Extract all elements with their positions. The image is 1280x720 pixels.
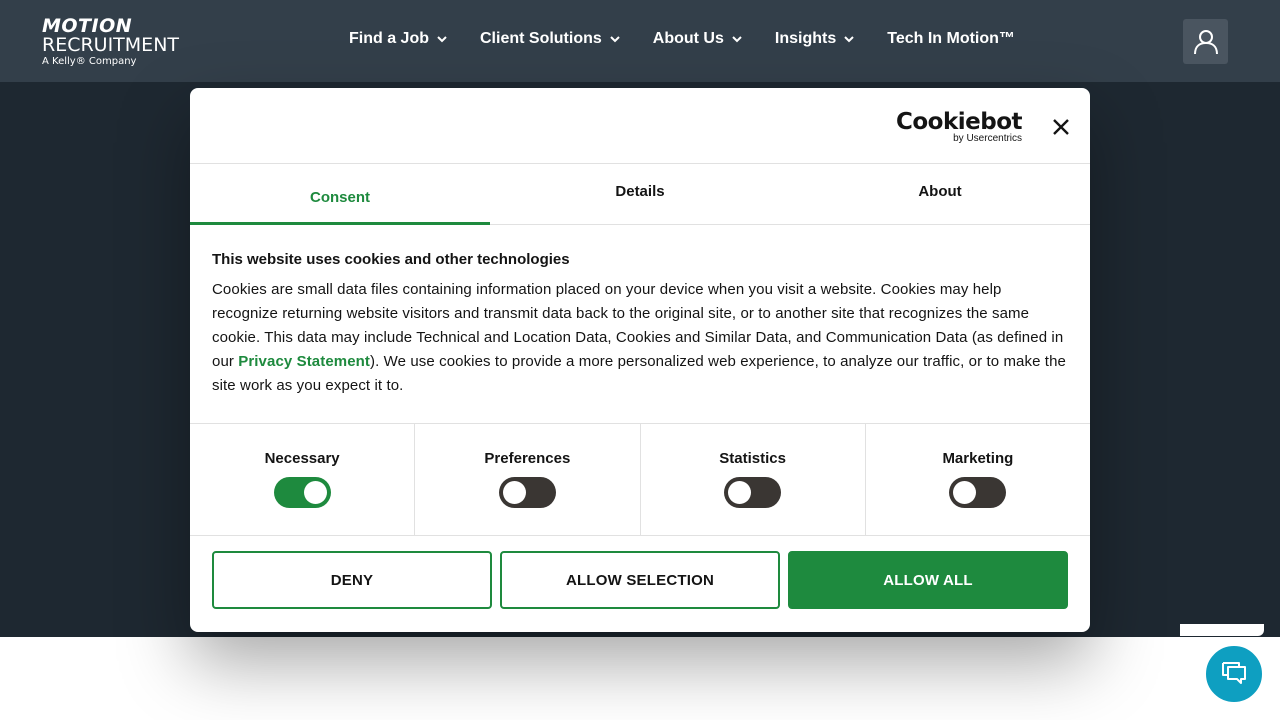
logo-line-3: A Kelly® Company bbox=[42, 56, 137, 67]
site-header: MOTION RECRUITMENT A Kelly® Company Find… bbox=[0, 0, 1280, 82]
main-nav: Find a Job Client Solutions About Us Ins… bbox=[349, 30, 1047, 48]
toggle-knob bbox=[502, 481, 526, 504]
nav-item-client-solutions[interactable]: Client Solutions bbox=[480, 30, 621, 48]
toggle-cell-statistics: Statistics bbox=[641, 424, 866, 535]
logo-line-2: RECRUITMENT bbox=[42, 34, 180, 56]
allow-selection-button[interactable]: ALLOW SELECTION bbox=[500, 551, 780, 609]
nav-item-find-a-job[interactable]: Find a Job bbox=[349, 30, 448, 48]
logo-line-1: MOTION bbox=[42, 15, 133, 37]
chevron-down-icon bbox=[732, 36, 742, 43]
nav-item-label: Insights bbox=[774, 30, 837, 47]
toggle-knob bbox=[728, 481, 752, 504]
page-content-area bbox=[0, 637, 1280, 720]
necessary-toggle[interactable] bbox=[273, 477, 331, 508]
chevron-down-icon bbox=[610, 36, 620, 43]
toggle-cell-necessary: Necessary bbox=[190, 424, 416, 535]
cookiebot-logo[interactable]: Cookiebot by Usercentrics bbox=[896, 109, 1023, 144]
consent-toggles: Necessary Preferences Statistics Marketi… bbox=[190, 423, 1090, 536]
cookiebot-logo-name: Cookiebot bbox=[896, 109, 1023, 135]
chat-icon bbox=[1222, 662, 1246, 684]
toggle-knob bbox=[303, 481, 327, 504]
dialog-tabs: Consent Details About bbox=[190, 164, 1090, 225]
privacy-statement-link[interactable]: Privacy Statement bbox=[238, 353, 370, 370]
close-icon[interactable] bbox=[1050, 116, 1072, 138]
toggle-knob bbox=[953, 481, 977, 504]
tab-consent[interactable]: Consent bbox=[190, 164, 490, 225]
nav-item-tech-in-motion[interactable]: Tech In Motion™ bbox=[887, 30, 1015, 48]
tab-details[interactable]: Details bbox=[490, 164, 790, 224]
chevron-down-icon bbox=[844, 36, 854, 43]
toggle-label: Necessary bbox=[264, 450, 340, 467]
dialog-header: Cookiebot by Usercentrics bbox=[190, 88, 1090, 164]
consent-actions: DENY ALLOW SELECTION ALLOW ALL bbox=[190, 536, 1090, 624]
chevron-down-icon bbox=[437, 36, 447, 43]
toggle-label: Preferences bbox=[484, 450, 571, 467]
toggle-label: Statistics bbox=[719, 450, 786, 467]
preferences-toggle[interactable] bbox=[498, 477, 556, 508]
deny-button[interactable]: DENY bbox=[212, 551, 492, 609]
chat-button[interactable] bbox=[1204, 644, 1264, 704]
toggle-cell-marketing: Marketing bbox=[866, 424, 1090, 535]
toggle-label: Marketing bbox=[942, 450, 1014, 467]
toggle-cell-preferences: Preferences bbox=[415, 424, 641, 535]
nav-item-insights[interactable]: Insights bbox=[775, 30, 855, 48]
site-logo[interactable]: MOTION RECRUITMENT A Kelly® Company bbox=[42, 17, 179, 68]
consent-description: Cookies are small data files containing … bbox=[212, 278, 1068, 398]
nav-item-label: Tech In Motion™ bbox=[887, 30, 1015, 47]
consent-title: This website uses cookies and other tech… bbox=[212, 251, 570, 268]
tab-about[interactable]: About bbox=[790, 164, 1090, 224]
consent-body: This website uses cookies and other tech… bbox=[190, 225, 1090, 423]
nav-item-label: About Us bbox=[652, 30, 724, 47]
nav-item-label: Client Solutions bbox=[480, 30, 602, 47]
statistics-toggle[interactable] bbox=[724, 477, 782, 508]
marketing-toggle[interactable] bbox=[949, 477, 1007, 508]
user-icon bbox=[1193, 29, 1218, 54]
nav-item-label: Find a Job bbox=[349, 30, 429, 47]
nav-item-about-us[interactable]: About Us bbox=[653, 30, 743, 48]
cookie-consent-dialog: Cookiebot by Usercentrics Consent Detail… bbox=[190, 88, 1090, 632]
page-fragment bbox=[1180, 624, 1264, 636]
allow-all-button[interactable]: ALLOW ALL bbox=[788, 551, 1068, 609]
user-account-button[interactable] bbox=[1183, 19, 1228, 64]
